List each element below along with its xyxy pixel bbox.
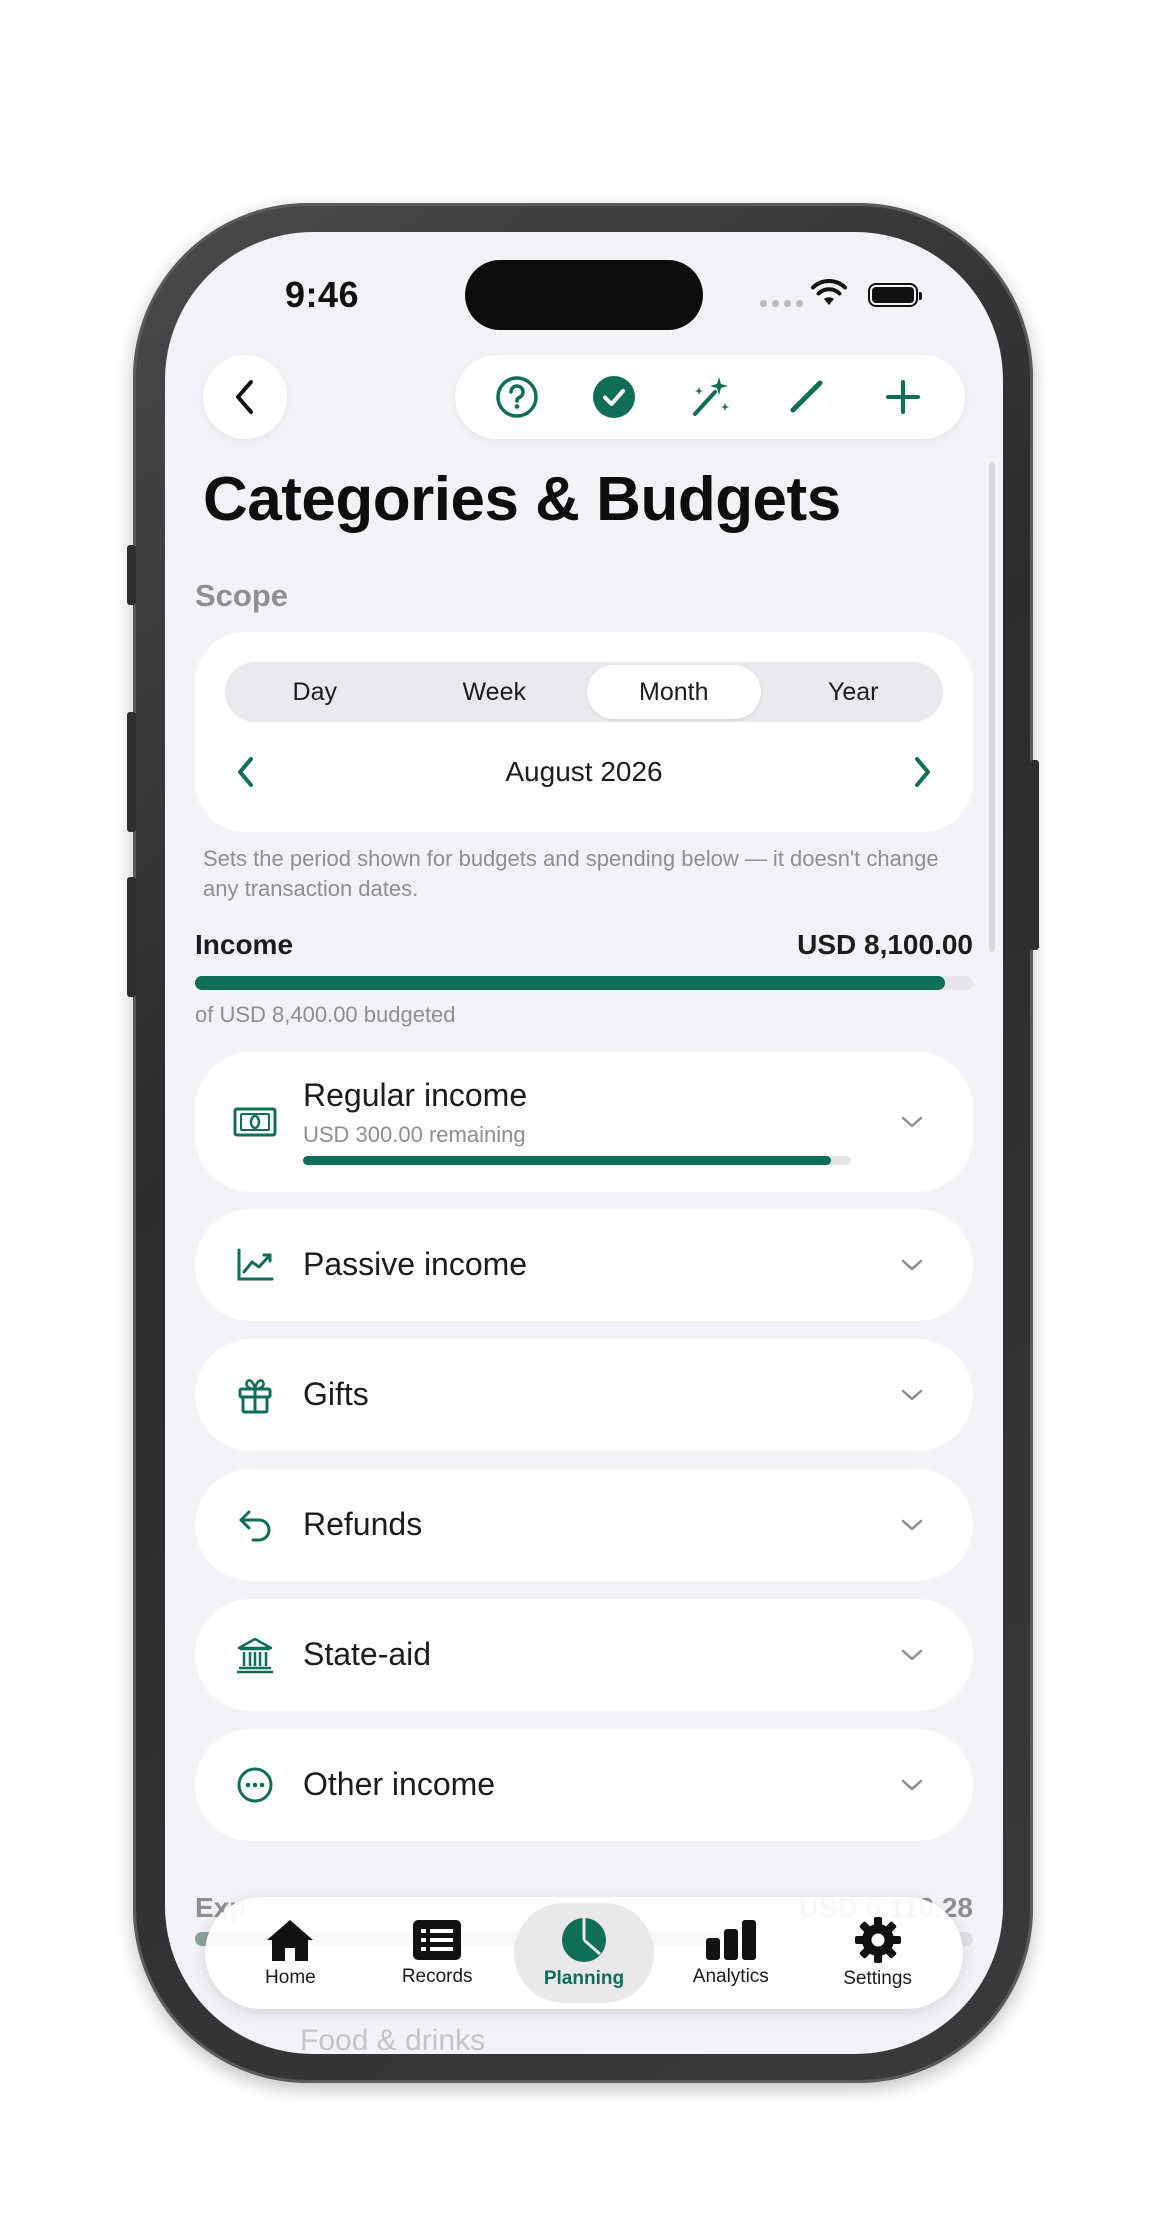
tab-label: Planning	[543, 1968, 625, 1989]
gear-icon	[854, 1917, 901, 1963]
scope-hint: Sets the period shown for budgets and sp…	[203, 846, 939, 901]
category-name: Passive income	[303, 1246, 528, 1282]
cellular-signal-icon	[760, 300, 803, 307]
category-state-aid[interactable]: State-aid	[195, 1599, 973, 1711]
banknote-icon	[233, 1100, 277, 1144]
chevron-left-icon	[236, 380, 253, 414]
return-arrow-icon	[233, 1503, 277, 1547]
ellipsis-circle-icon	[233, 1763, 277, 1807]
dynamic-island	[465, 260, 703, 330]
app-screen: 9:46 Categories & Budgets Scope Day Week…	[165, 232, 1003, 2054]
segment-year[interactable]: Year	[767, 665, 941, 719]
chevron-down-icon	[897, 1510, 927, 1540]
income-amount: USD 8,100.00	[797, 929, 973, 960]
category-name: State-aid	[303, 1636, 432, 1672]
power-button	[1030, 760, 1039, 950]
category-passive-income[interactable]: Passive income	[195, 1209, 973, 1321]
chevron-down-icon	[897, 1770, 927, 1800]
page-title: Categories & Budgets	[203, 465, 841, 534]
bank-building-icon	[233, 1633, 277, 1677]
volume-up-button	[127, 712, 136, 832]
action-button	[127, 545, 136, 605]
chevron-down-icon	[897, 1380, 927, 1410]
scope-card: Day Week Month Year August 2026	[195, 632, 973, 832]
segment-month[interactable]: Month	[587, 665, 761, 719]
tab-label: Analytics	[692, 1966, 769, 1987]
tab-settings[interactable]: Settings	[808, 1903, 948, 2003]
confirm-button[interactable]	[584, 367, 644, 427]
edit-button[interactable]	[776, 367, 836, 427]
income-progress-bar	[195, 976, 973, 990]
chevron-down-icon	[897, 1640, 927, 1670]
scope-label: Scope	[195, 578, 289, 613]
pencil-icon	[790, 380, 823, 413]
category-progress-bar	[303, 1156, 851, 1165]
tab-label: Settings	[843, 1968, 912, 1989]
help-icon	[496, 376, 538, 418]
chevron-down-icon	[897, 1250, 927, 1280]
gift-icon	[233, 1373, 277, 1417]
house-icon	[267, 1920, 314, 1961]
category-name: Refunds	[303, 1506, 423, 1542]
category-name: Regular income	[303, 1077, 528, 1113]
add-button[interactable]	[873, 367, 933, 427]
tab-label: Records	[401, 1966, 473, 1987]
income-budgeted: of USD 8,400.00 budgeted	[195, 1002, 456, 1027]
period-segmented-control: Day Week Month Year	[225, 662, 943, 722]
tab-bar: Home Records Planning Analytics Settings	[205, 1897, 963, 2009]
checkmark-icon	[592, 376, 635, 418]
segment-day[interactable]: Day	[228, 665, 402, 719]
category-name: Other income	[303, 1766, 496, 1802]
period-navigator: August 2026	[195, 742, 973, 802]
tab-home[interactable]: Home	[220, 1903, 360, 2003]
volume-down-button	[127, 877, 136, 997]
pie-chart-icon	[561, 1918, 606, 1962]
wifi-icon	[811, 279, 847, 305]
category-name: Gifts	[303, 1376, 369, 1412]
chevron-down-icon	[897, 1107, 927, 1137]
category-regular-income[interactable]: Regular income USD 300.00 remaining	[195, 1052, 973, 1192]
category-refunds[interactable]: Refunds	[195, 1469, 973, 1581]
next-period-button[interactable]	[911, 755, 933, 789]
tab-label: Home	[265, 1967, 316, 1988]
help-button[interactable]	[487, 367, 547, 427]
scroll-indicator	[989, 462, 995, 952]
battery-icon	[868, 283, 922, 307]
tab-records[interactable]: Records	[367, 1903, 507, 2003]
current-period: August 2026	[505, 756, 663, 787]
tab-planning[interactable]: Planning	[513, 1903, 654, 2003]
category-other-income[interactable]: Other income	[195, 1729, 973, 1841]
previous-period-button[interactable]	[235, 755, 257, 789]
segment-week[interactable]: Week	[408, 665, 582, 719]
status-time: 9:46	[285, 274, 360, 315]
magic-wand-icon	[692, 377, 729, 416]
auto-categorize-button[interactable]	[680, 367, 740, 427]
bar-chart-icon	[705, 1920, 756, 1960]
back-button[interactable]	[203, 355, 287, 439]
income-label: Income	[195, 929, 294, 960]
list-icon	[413, 1920, 462, 1960]
plus-icon	[885, 380, 920, 414]
category-food-drinks[interactable]: Food & drinks	[300, 2024, 485, 2054]
category-gifts[interactable]: Gifts	[195, 1339, 973, 1451]
action-toolbar	[455, 355, 965, 439]
category-remaining: USD 300.00 remaining	[303, 1122, 526, 1147]
trend-chart-icon	[233, 1243, 277, 1287]
tab-analytics[interactable]: Analytics	[661, 1903, 801, 2003]
income-summary: Income USD 8,100.00	[195, 929, 973, 961]
